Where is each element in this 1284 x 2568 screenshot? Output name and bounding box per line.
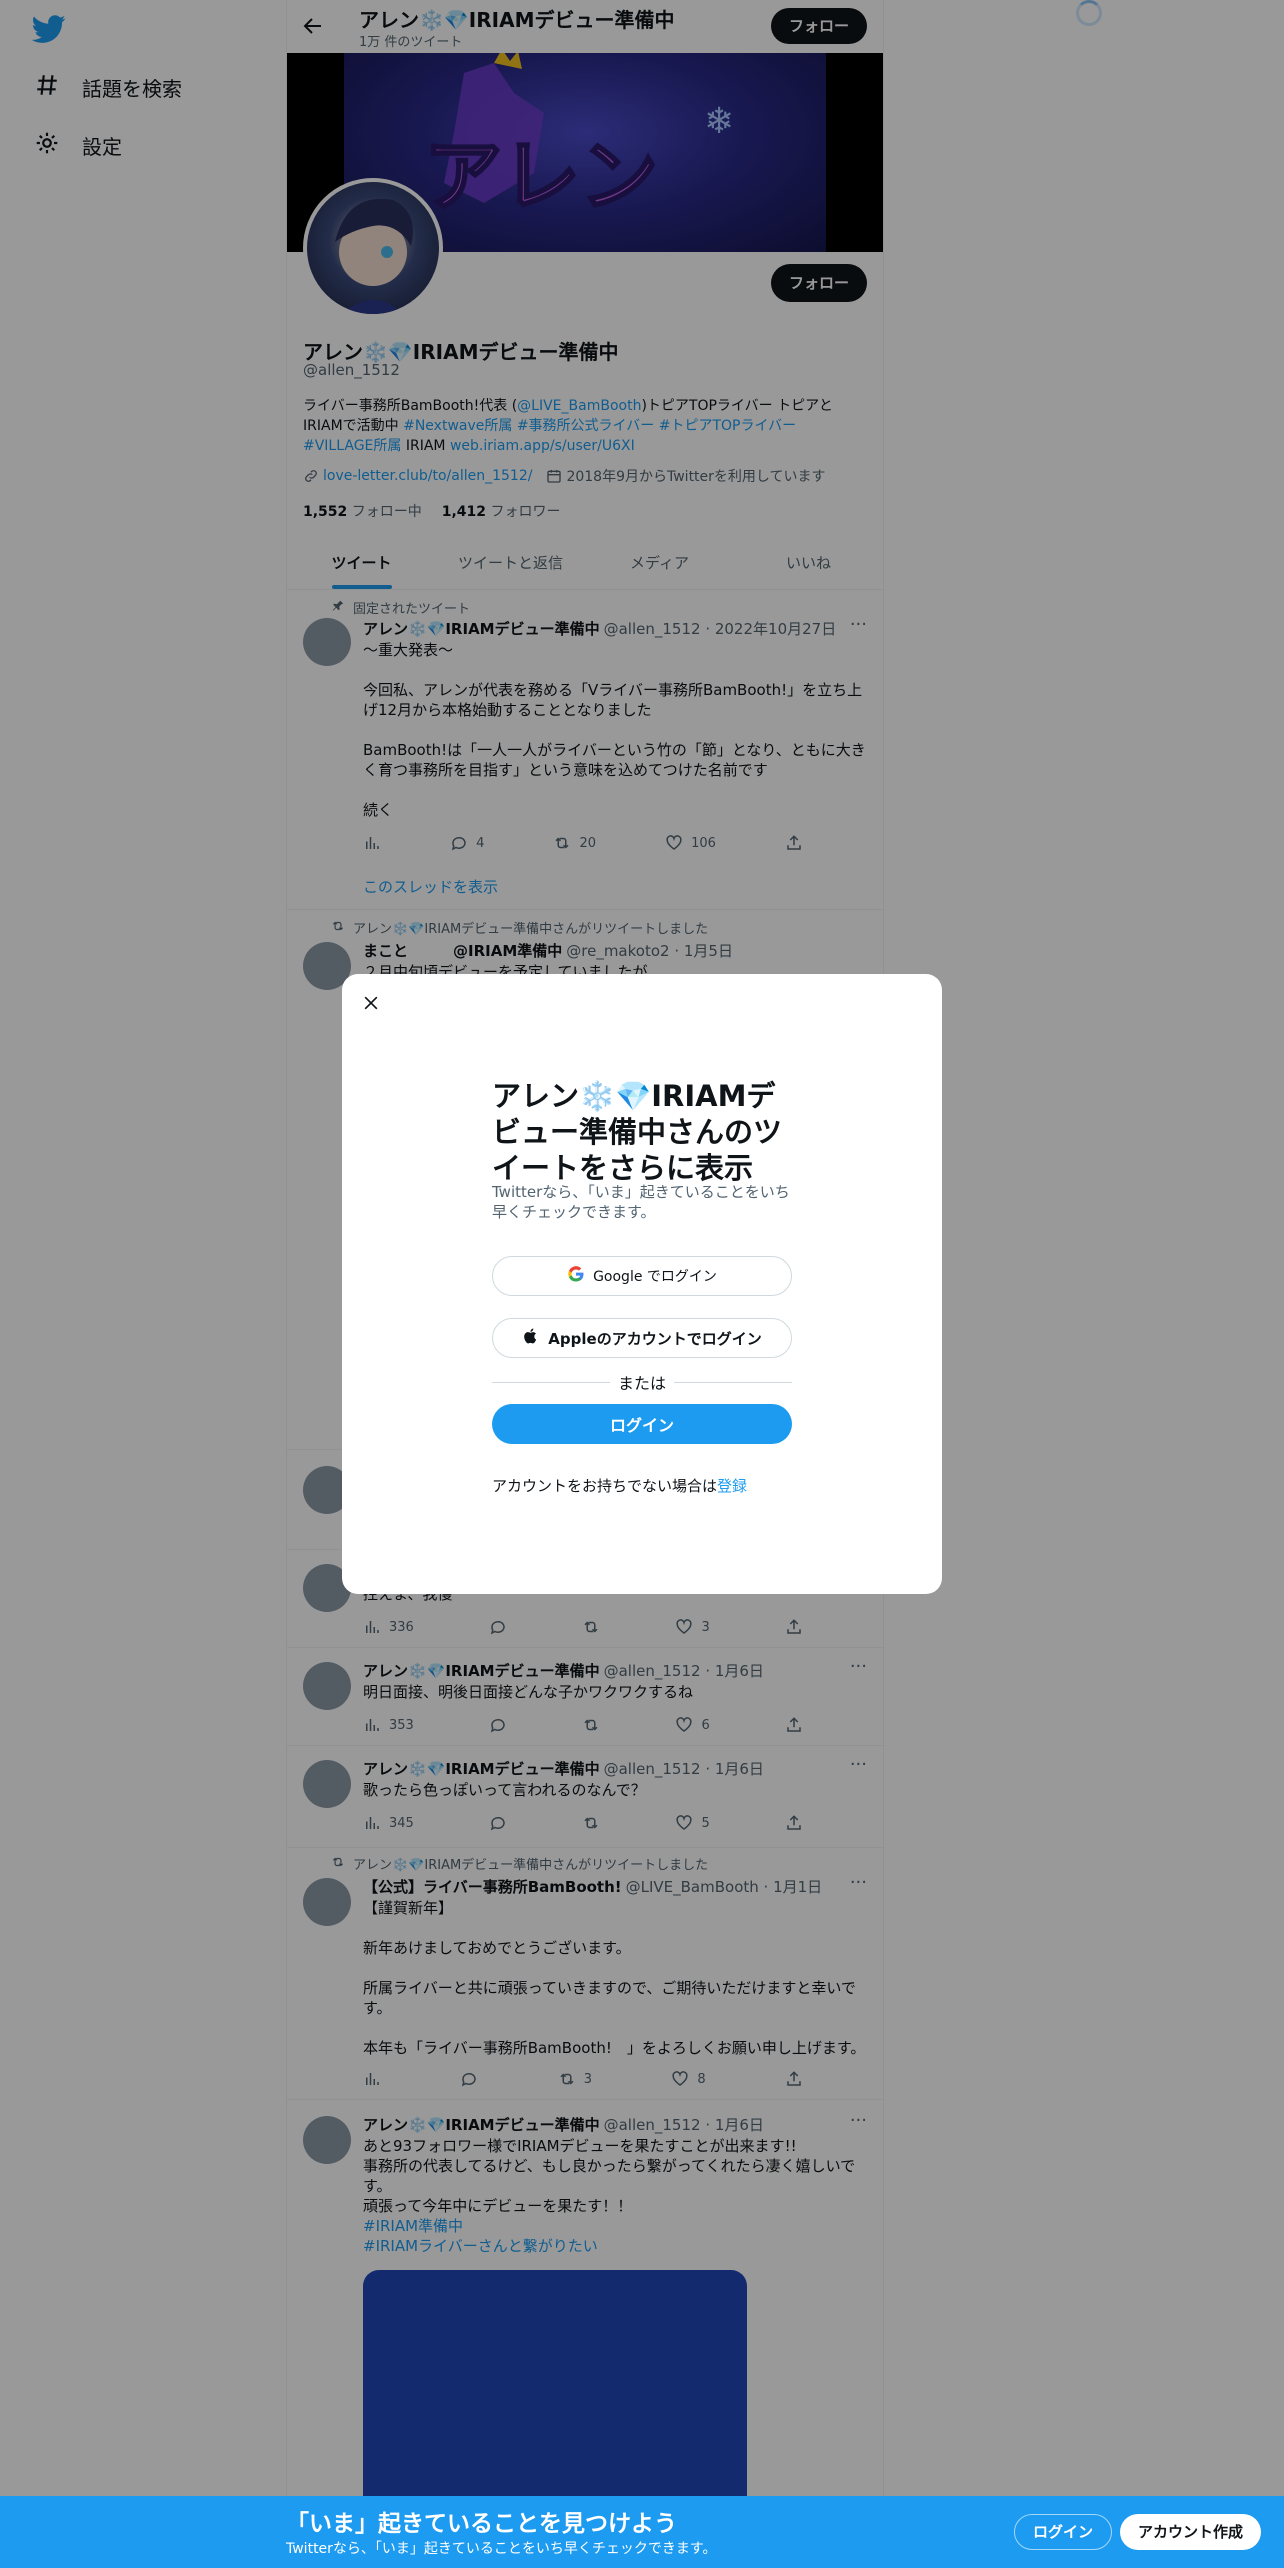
close-icon[interactable]: [356, 988, 386, 1018]
signup-prompt: アカウントをお持ちでない場合は登録: [492, 1475, 747, 1496]
signup-link[interactable]: 登録: [717, 1477, 747, 1495]
bottom-login-button[interactable]: ログイン: [1014, 2514, 1113, 2550]
or-label: または: [618, 1374, 667, 1393]
bottom-signup-bar: 「いま」起きていることを見つけよう Twitterなら、「いま」起きていることを…: [0, 2496, 1284, 2568]
or-divider: または: [492, 1370, 793, 1394]
signup-prefix: アカウントをお持ちでない場合は: [492, 1477, 718, 1495]
google-login-label: Google でログイン: [593, 1269, 717, 1285]
google-login-button[interactable]: Google でログイン: [492, 1256, 792, 1296]
apple-icon: [522, 1327, 540, 1349]
apple-login-button[interactable]: Appleのアカウントでログイン: [492, 1318, 792, 1358]
google-icon: [567, 1265, 585, 1287]
apple-login-label: Appleのアカウントでログイン: [548, 1329, 762, 1348]
bottom-bar-title: 「いま」起きていることを見つけよう: [286, 2511, 677, 2537]
modal-subtitle: Twitterなら、「いま」起きていることをいち早くチェックできます。: [492, 1183, 790, 1221]
bottom-signup-button[interactable]: アカウント作成: [1120, 2514, 1262, 2550]
bottom-bar-subtitle: Twitterなら、「いま」起きていることをいち早くチェックできます。: [286, 2541, 717, 2557]
login-button[interactable]: ログイン: [492, 1404, 792, 1444]
modal-title: アレン❄️💎IRIAMデビュー準備中さんのツイートをさらに表示: [492, 1079, 783, 1185]
login-modal: アレン❄️💎IRIAMデビュー準備中さんのツイートをさらに表示 Twitterな…: [342, 974, 942, 1594]
